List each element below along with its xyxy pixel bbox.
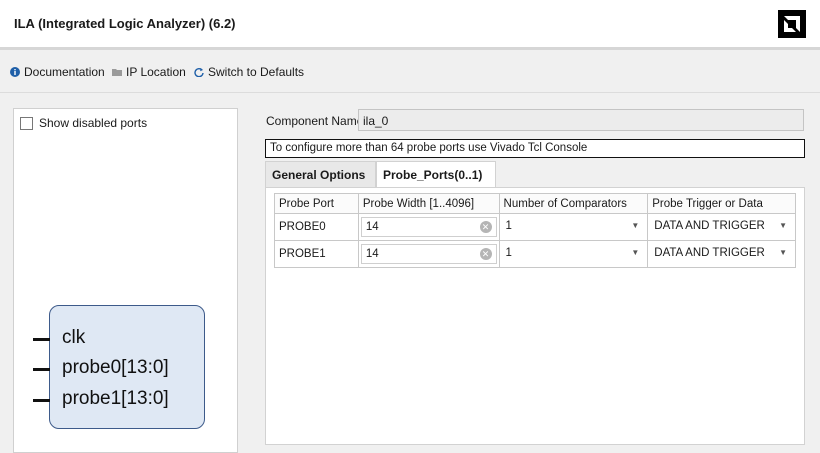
table-header-row: Probe Port Probe Width [1..4096] Number … — [274, 193, 796, 214]
show-disabled-ports-toggle[interactable]: Show disabled ports — [20, 116, 147, 130]
switch-defaults-label: Switch to Defaults — [208, 65, 305, 79]
table-row: PROBE1 14 ✕ 1 ▼ DATA AND TRIGGER ▼ — [274, 240, 796, 268]
amd-logo-icon — [778, 10, 806, 38]
ila-symbol-block: clk probe0[13:0] probe1[13:0] — [33, 305, 205, 429]
toolbar-divider — [0, 92, 820, 93]
port-label-probe0: probe0[13:0] — [62, 357, 169, 378]
probe-ports-table: Probe Port Probe Width [1..4096] Number … — [274, 193, 796, 268]
probe1-pin — [33, 399, 50, 402]
trigger-data-value: DATA AND TRIGGER — [654, 220, 765, 232]
component-name-field[interactable]: ila_0 — [358, 109, 804, 131]
tab-bar: General Options Probe_Ports(0..1) — [265, 161, 805, 187]
ip-location-label: IP Location — [126, 65, 186, 79]
comparators-value: 1 — [505, 247, 512, 259]
column-header: Probe Trigger or Data — [647, 193, 796, 214]
column-header: Number of Comparators — [498, 193, 649, 214]
config-panel: Component Name ila_0 To configure more t… — [246, 100, 820, 445]
refresh-icon — [194, 67, 204, 77]
chevron-down-icon: ▼ — [631, 248, 640, 257]
chevron-down-icon: ▼ — [779, 221, 787, 230]
probe-ports-content: Probe Port Probe Width [1..4096] Number … — [265, 187, 805, 445]
trigger-data-select[interactable]: DATA AND TRIGGER ▼ — [650, 244, 793, 264]
comparators-select[interactable]: 1 ▼ — [502, 244, 646, 264]
comparators-value: 1 — [505, 220, 512, 232]
tab-probe-ports[interactable]: Probe_Ports(0..1) — [376, 161, 496, 187]
documentation-label: Documentation — [24, 65, 105, 79]
trigger-data-select[interactable]: DATA AND TRIGGER ▼ — [650, 217, 793, 237]
tcl-console-notice: To configure more than 64 probe ports us… — [265, 139, 805, 158]
chevron-down-icon: ▼ — [779, 248, 787, 257]
port-label-probe1: probe1[13:0] — [62, 388, 169, 409]
documentation-button[interactable]: Documentation — [10, 65, 105, 79]
switch-defaults-button[interactable]: Switch to Defaults — [194, 65, 304, 79]
trigger-data-value: DATA AND TRIGGER — [654, 247, 765, 259]
clk-pin — [33, 338, 50, 341]
clear-icon[interactable]: ✕ — [479, 221, 492, 233]
chevron-down-icon: ▼ — [631, 221, 640, 230]
clear-icon[interactable]: ✕ — [479, 248, 492, 260]
page-title: ILA (Integrated Logic Analyzer) (6.2) — [14, 16, 236, 31]
symbol-panel: Show disabled ports clk probe0[13:0] pro… — [13, 108, 238, 453]
info-icon — [10, 67, 20, 77]
dialog-header: ILA (Integrated Logic Analyzer) (6.2) — [0, 0, 820, 50]
probe-width-input[interactable]: 14 ✕ — [360, 244, 497, 264]
probe0-pin — [33, 368, 50, 371]
table-row: PROBE0 14 ✕ 1 ▼ DATA AND TRIGGER ▼ — [274, 213, 796, 241]
show-disabled-ports-label: Show disabled ports — [39, 116, 148, 130]
probe-width-input[interactable]: 14 ✕ — [360, 217, 497, 237]
probe-width-value: 14 — [365, 221, 379, 233]
column-header: Probe Port — [274, 193, 359, 214]
component-name-label: Component Name — [266, 114, 364, 128]
column-header: Probe Width [1..4096] — [357, 193, 500, 214]
probe-width-value: 14 — [365, 248, 379, 260]
tab-general-options[interactable]: General Options — [265, 161, 376, 187]
toolbar: Documentation IP Location Switch to Defa… — [0, 60, 820, 86]
port-label-clk: clk — [62, 327, 86, 348]
probe-port-cell: PROBE1 — [274, 240, 359, 268]
ip-location-button[interactable]: IP Location — [112, 65, 186, 79]
probe-port-cell: PROBE0 — [274, 213, 359, 241]
show-disabled-ports-checkbox[interactable] — [20, 116, 33, 130]
comparators-select[interactable]: 1 ▼ — [502, 217, 646, 237]
folder-icon — [112, 69, 122, 76]
